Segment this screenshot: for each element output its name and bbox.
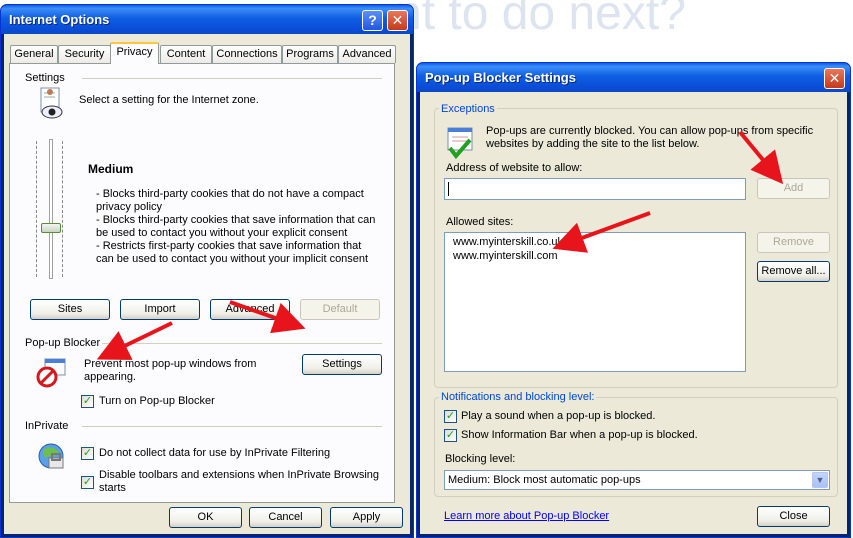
arrow-to-allowed-sites [552,211,651,253]
arrow-to-settings-button [229,300,306,334]
tab-privacy[interactable]: Privacy [110,42,159,64]
annotation-arrows [96,130,784,360]
arrow-to-popup-checkbox [96,321,173,360]
arrow-to-add-button [738,130,784,185]
